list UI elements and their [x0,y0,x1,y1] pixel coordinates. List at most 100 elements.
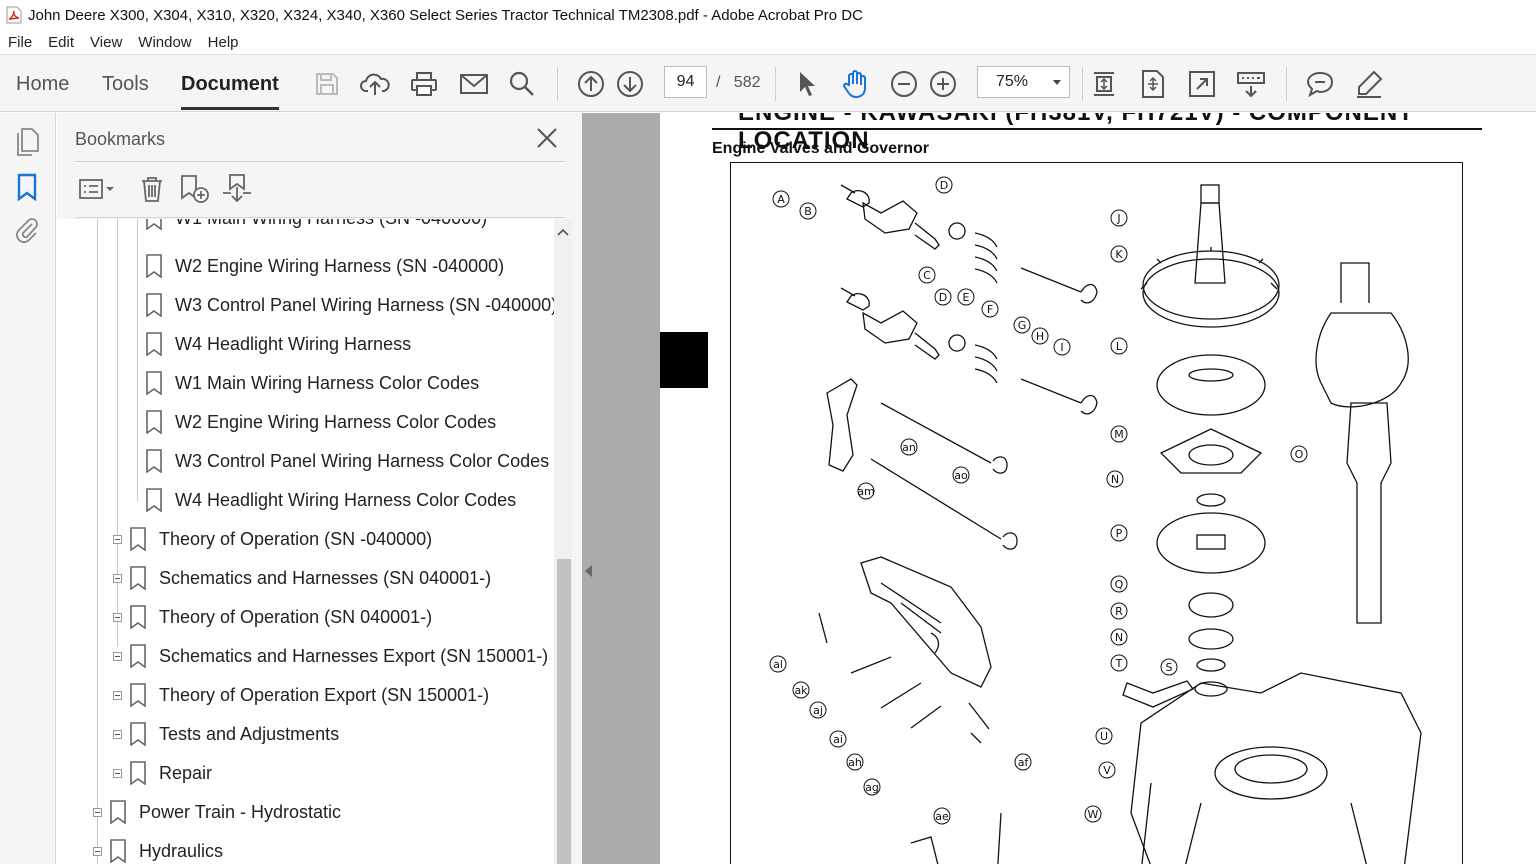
svg-text:I: I [1060,341,1063,354]
bookmark-item[interactable]: Tests and Adjustments [129,715,339,753]
bookmark-item[interactable]: W2 Engine Wiring Harness (SN -040000) [145,247,504,285]
previous-page-icon[interactable] [574,67,608,101]
cloud-upload-icon[interactable] [358,67,392,101]
expand-toggle[interactable] [93,847,102,856]
search-icon[interactable] [505,67,539,101]
expand-toggle[interactable] [93,808,102,817]
attachments-icon[interactable] [12,215,42,245]
bookmark-item[interactable]: Theory of Operation (SN 040001-) [129,598,432,636]
bookmark-label: W1 Main Wiring Harness Color Codes [175,372,480,393]
svg-text:an: an [902,441,916,454]
fit-page-icon[interactable] [1087,67,1121,101]
tree-guide-line [137,219,138,501]
page-thumbnails-icon[interactable] [12,127,42,157]
bookmark-icon [146,410,162,434]
svg-text:T: T [1115,657,1123,670]
svg-text:af: af [1018,756,1030,769]
page-number-input[interactable]: 94 [664,66,707,98]
zoom-in-icon[interactable] [926,67,960,101]
save-icon[interactable] [310,67,344,101]
expand-toggle[interactable] [113,574,122,583]
expand-toggle[interactable] [113,769,122,778]
svg-text:ag: ag [865,781,879,794]
full-screen-icon[interactable] [1185,67,1219,101]
bookmark-item[interactable]: Power Train - Hydrostatic [109,793,341,831]
toolbar-divider [1082,67,1083,101]
expand-toggle[interactable] [113,535,122,544]
bookmark-icon [146,254,162,278]
expand-toggle[interactable] [113,691,122,700]
comment-icon[interactable] [1303,67,1337,101]
expand-toggle[interactable] [113,652,122,661]
bookmark-item[interactable]: W4 Headlight Wiring Harness [145,325,411,363]
svg-text:al: al [773,658,783,671]
email-icon[interactable] [457,67,491,101]
zoom-select[interactable]: 75% [977,66,1070,98]
svg-text:am: am [857,485,874,498]
bookmark-item[interactable]: Theory of Operation Export (SN 150001-) [129,676,489,714]
bookmark-label: W4 Headlight Wiring Harness [175,333,412,354]
bookmark-item[interactable]: W3 Control Panel Wiring Harness Color Co… [145,442,549,480]
delete-bookmark-icon[interactable] [137,173,167,205]
close-icon[interactable] [534,125,560,151]
bookmark-icon [130,605,146,629]
svg-text:C: C [923,269,931,282]
bookmark-item[interactable]: Theory of Operation (SN -040000) [129,520,432,558]
menu-view[interactable]: View [82,34,130,51]
tab-tools[interactable]: Tools [102,73,149,96]
highlight-pen-icon[interactable] [1352,67,1386,101]
bookmark-item[interactable]: W1 Main Wiring Harness Color Codes [145,364,479,402]
bookmark-icon [146,449,162,473]
bookmark-item[interactable]: W1 Main Wiring Harness (SN -040000) [145,219,487,237]
new-bookmark-icon[interactable] [177,173,211,205]
exploded-view-figure: A B D C D E F G H I J K L M O N P Q R N … [730,162,1463,864]
bookmarks-panel: Bookmarks W1 Main Wiring Harness (SN -04… [57,113,582,864]
bookmark-item[interactable]: Schematics and Harnesses (SN 040001-) [129,559,491,597]
menu-window[interactable]: Window [130,34,199,51]
bookmark-label: Repair [159,762,213,783]
tree-guide-line [97,219,98,864]
bookmark-label: W3 Control Panel Wiring Harness (SN -040… [175,294,554,315]
title-bar: John Deere X300, X304, X310, X320, X324,… [0,0,1536,30]
bookmark-item[interactable]: Hydraulics [109,832,223,864]
svg-text:V: V [1103,764,1111,777]
bookmark-item[interactable]: Schematics and Harnesses Export (SN 1500… [129,637,548,675]
bookmark-item[interactable]: W2 Engine Wiring Harness Color Codes [145,403,496,441]
svg-text:D: D [939,291,947,304]
bookmark-item[interactable]: W3 Control Panel Wiring Harness (SN -040… [145,286,554,324]
scrollbar-thumb[interactable] [557,559,571,864]
bookmark-label: Schematics and Harnesses (SN 040001-) [159,567,492,588]
menu-edit[interactable]: Edit [40,34,82,51]
expand-bookmark-icon[interactable] [219,173,255,205]
tab-home[interactable]: Home [16,73,69,96]
expand-toggle[interactable] [113,613,122,622]
svg-text:O: O [1295,448,1304,461]
expand-toggle[interactable] [113,730,122,739]
svg-text:G: G [1018,319,1027,332]
toolbar-divider [557,67,558,101]
bookmark-item[interactable]: Repair [129,754,212,792]
chevron-up-icon[interactable] [554,225,572,239]
bookmarks-icon[interactable] [12,172,42,202]
menu-help[interactable]: Help [200,34,247,51]
svg-text:aj: aj [813,704,823,717]
collapse-panel-icon[interactable] [585,565,592,577]
rotate-fit-icon[interactable] [1136,67,1170,101]
bookmark-options-icon[interactable] [77,173,117,205]
figure-subheading: Engine Valves and Governor [712,140,929,157]
next-page-icon[interactable] [613,67,647,101]
pdf-page[interactable]: ENGINE - KAWASAKI (FH381V, FH721V) - COM… [660,113,1536,864]
keyboard-scroll-icon[interactable] [1234,67,1268,101]
menu-file[interactable]: File [0,34,40,51]
svg-text:N: N [1111,473,1119,486]
bookmark-item[interactable]: W4 Headlight Wiring Harness Color Codes [145,481,516,519]
bookmark-icon [146,219,162,230]
hand-tool-icon[interactable] [838,67,872,101]
print-icon[interactable] [407,67,441,101]
zoom-out-icon[interactable] [887,67,921,101]
select-cursor-icon[interactable] [790,67,824,101]
svg-text:J: J [1116,212,1120,225]
bookmark-tree: W1 Main Wiring Harness (SN -040000) W2 E… [57,219,554,864]
bookmark-label: W4 Headlight Wiring Harness Color Codes [175,489,517,510]
tab-document[interactable]: Document [181,73,279,110]
